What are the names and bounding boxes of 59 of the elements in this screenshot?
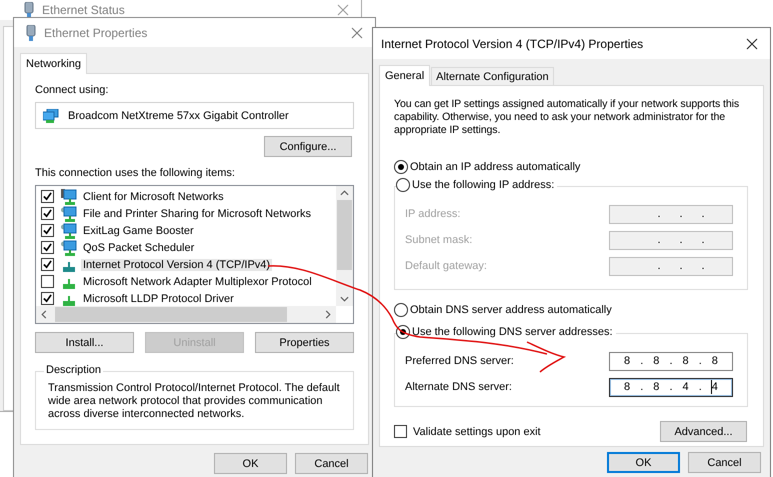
checkbox[interactable]	[41, 241, 54, 254]
network-plug-icon	[24, 2, 34, 18]
window-title: Ethernet Properties	[44, 26, 148, 40]
field-label: Default gateway:	[405, 260, 487, 272]
checkbox[interactable]	[41, 190, 54, 203]
network-monitor-icon	[61, 206, 77, 222]
network-plug-icon	[26, 24, 36, 40]
list-item[interactable]: ExitLag Game Booster	[81, 224, 196, 236]
checkbox[interactable]	[41, 207, 54, 220]
radio-button[interactable]: Obtain an IP address automatically	[394, 160, 584, 174]
network-monitor-icon	[61, 240, 77, 256]
radio-button[interactable]: Obtain DNS server address automatically	[394, 303, 615, 317]
section-label: Connect using:	[35, 84, 110, 96]
dialog-button[interactable]: Cancel	[688, 452, 761, 473]
checkbox[interactable]	[41, 224, 54, 237]
radio-button[interactable]: Use the following DNS server addresses:	[396, 325, 616, 339]
list-item[interactable]: File and Printer Sharing for Microsoft Networks	[81, 208, 314, 220]
list-item[interactable]: Microsoft LLDP Protocol Driver	[81, 292, 236, 304]
action-button[interactable]: Properties	[255, 332, 354, 353]
scroll-up-icon[interactable]	[340, 190, 349, 196]
scrollbar[interactable]	[36, 306, 336, 323]
intro-text: You can get IP settings assigned automatically if your network supports this capability. Otherwise, you need to ask your network administrator for the appropriate IP settings.	[394, 98, 740, 137]
checkbox[interactable]	[41, 292, 54, 305]
field-label: Preferred DNS server:	[405, 355, 514, 367]
dialog-button[interactable]: OK	[607, 452, 680, 473]
list-item[interactable]: Microsoft Network Adapter Multiplexor Protocol	[81, 276, 314, 288]
field-label: Alternate DNS server:	[405, 381, 512, 393]
adapter-field: Broadcom NetXtreme 57xx Gigabit Controller	[35, 102, 354, 129]
tab[interactable]: Alternate Configuration	[431, 67, 554, 85]
advanced-button[interactable]: Advanced...	[660, 421, 747, 442]
action-button[interactable]: Install...	[35, 332, 134, 353]
group-title: Description	[44, 364, 104, 376]
scrollbar[interactable]	[336, 186, 353, 306]
description-text: Transmission Control Protocol/Internet Protocol. The default wide area network protocol that provides communication across diverse interconnected networks.	[48, 382, 341, 421]
dialog-button[interactable]: OK	[214, 453, 287, 474]
list-item[interactable]: QoS Packet Scheduler	[81, 242, 196, 254]
network-monitor-icon	[61, 188, 77, 204]
window-title: Ethernet Status	[42, 3, 126, 17]
input-field[interactable]: 8 . 8 . 4 . 4	[609, 378, 733, 396]
scroll-down-icon[interactable]	[340, 296, 349, 302]
window-title: Internet Protocol Version 4 (TCP/IPv4) Properties	[381, 36, 644, 50]
network-monitor-icon	[61, 222, 77, 238]
checkbox[interactable]	[41, 275, 54, 288]
section-label: This connection uses the following items:	[35, 167, 236, 179]
configure-button[interactable]: Configure...	[264, 136, 352, 157]
tab[interactable]: Networking	[20, 53, 88, 74]
tab[interactable]: General	[379, 65, 430, 86]
network-adapter-icon	[43, 108, 59, 122]
dialog-button[interactable]: Cancel	[295, 453, 368, 474]
input-field[interactable]: 8 . 8 . 8 . 8	[609, 352, 733, 370]
list-item[interactable]: Client for Microsoft Networks	[81, 190, 226, 202]
checkbox[interactable]	[41, 258, 54, 271]
radio-button[interactable]: Use the following IP address:	[396, 178, 558, 192]
scroll-left-icon[interactable]	[41, 310, 47, 319]
close-icon[interactable]	[744, 36, 760, 52]
field-label: IP address:	[405, 208, 460, 220]
scroll-right-icon[interactable]	[325, 310, 331, 319]
list-item[interactable]: Internet Protocol Version 4 (TCP/IPv4)	[81, 258, 272, 270]
field-label: Subnet mask:	[405, 234, 472, 246]
